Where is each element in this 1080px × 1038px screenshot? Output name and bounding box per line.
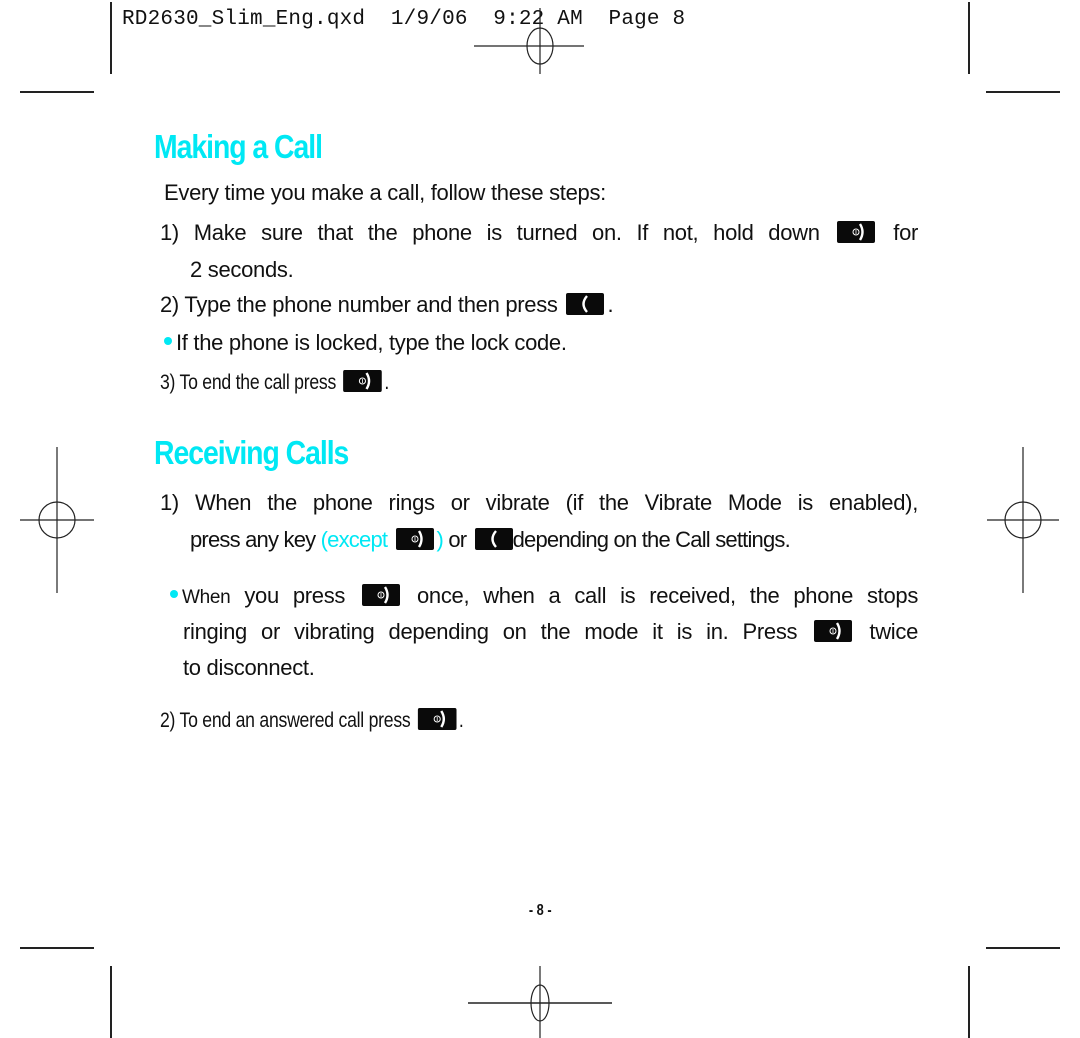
crop-mark-bottom-left-vertical: [110, 966, 112, 1038]
punctuation: .: [458, 709, 464, 732]
making-intro: Every time you make a call, follow these…: [164, 180, 606, 206]
bullet-icon: [170, 590, 178, 598]
punctuation: .: [384, 371, 390, 394]
step-text: Type the phone number and then press: [184, 292, 558, 317]
step-text: To end an answered call press: [179, 709, 411, 732]
registration-mark-left: [20, 447, 94, 593]
except-note: (except: [320, 527, 388, 552]
making-step-3: 3) To end the call press .: [160, 370, 389, 395]
making-step-1: 1) Make sure that the phone is turned on…: [160, 220, 918, 246]
slug-filename: RD2630_Slim_Eng.qxd: [122, 8, 366, 31]
step-number: 3): [160, 371, 176, 394]
end-power-key-icon: [837, 221, 876, 243]
crop-mark-top-right-horizontal: [986, 91, 1060, 93]
making-bullet: If the phone is locked, type the lock co…: [164, 330, 567, 356]
step-text: for: [893, 220, 919, 245]
step-text: or: [448, 527, 467, 552]
crop-mark-bottom-left-horizontal: [20, 947, 94, 949]
step-text: When the phone rings or vibrate (if the …: [194, 490, 919, 515]
step-number: 1): [160, 490, 179, 515]
making-step-2: 2) Type the phone number and then press …: [160, 292, 614, 318]
end-power-key-icon: [343, 370, 382, 392]
heading-making-a-call: Making a Call: [154, 128, 323, 165]
receiving-step-1: 1) When the phone rings or vibrate (if t…: [160, 490, 918, 516]
crop-mark-top-right-vertical: [968, 2, 970, 74]
receiving-bullet-cont-2: to disconnect.: [183, 655, 315, 681]
step-text: press any key: [190, 527, 316, 552]
registration-mark-top: [474, 8, 584, 74]
bullet-text: twice: [869, 619, 919, 644]
send-talk-key-icon: [474, 528, 513, 550]
punctuation: .: [607, 292, 614, 317]
step-text: Make sure that the phone is turned on. I…: [193, 220, 820, 245]
step-number: 1): [160, 220, 179, 245]
slug-page: Page 8: [608, 8, 686, 31]
bullet-text: to disconnect.: [183, 655, 315, 680]
heading-receiving-calls: Receiving Calls: [154, 434, 349, 471]
page-number: - 8 -: [528, 902, 552, 919]
bullet-text: ringing or vibrating depending on the mo…: [183, 619, 798, 644]
crop-mark-bottom-right-vertical: [968, 966, 970, 1038]
registration-mark-bottom: [468, 966, 612, 1038]
end-power-key-icon: [814, 620, 853, 642]
slug-date: 1/9/06: [390, 8, 468, 31]
step-number: 2): [160, 709, 176, 732]
step-text: depending on the Call settings.: [512, 527, 791, 552]
crop-mark-top-left-horizontal: [20, 91, 94, 93]
receiving-step-1-cont: press any key (except ) or depending on …: [190, 527, 791, 553]
crop-mark-top-left-vertical: [110, 2, 112, 74]
end-power-key-icon: [362, 584, 401, 606]
bullet-text: When: [182, 587, 231, 608]
step-number: 2): [160, 292, 179, 317]
intro-text: Every time you make a call, follow these…: [164, 180, 606, 205]
end-power-key-icon: [417, 708, 457, 730]
bullet-text: you press: [244, 583, 346, 608]
bullet-text: once, when a call is received, the phone…: [416, 583, 919, 608]
except-note-close: ): [436, 527, 444, 552]
receiving-bullet-cont: ringing or vibrating depending on the mo…: [183, 619, 918, 645]
step-text: 2 seconds.: [190, 257, 294, 282]
send-talk-key-icon: [566, 293, 605, 315]
receiving-bullet: When you press once, when a call is rece…: [170, 583, 918, 609]
step-text: To end the call press: [179, 371, 337, 394]
registration-mark-right: [987, 447, 1059, 593]
making-step-1-cont: 2 seconds.: [190, 257, 294, 283]
bullet-text: If the phone is locked, type the lock co…: [176, 330, 567, 355]
end-power-key-icon: [395, 528, 434, 550]
receiving-step-2: 2) To end an answered call press .: [160, 708, 464, 733]
crop-mark-bottom-right-horizontal: [986, 947, 1060, 949]
bullet-icon: [164, 337, 172, 345]
